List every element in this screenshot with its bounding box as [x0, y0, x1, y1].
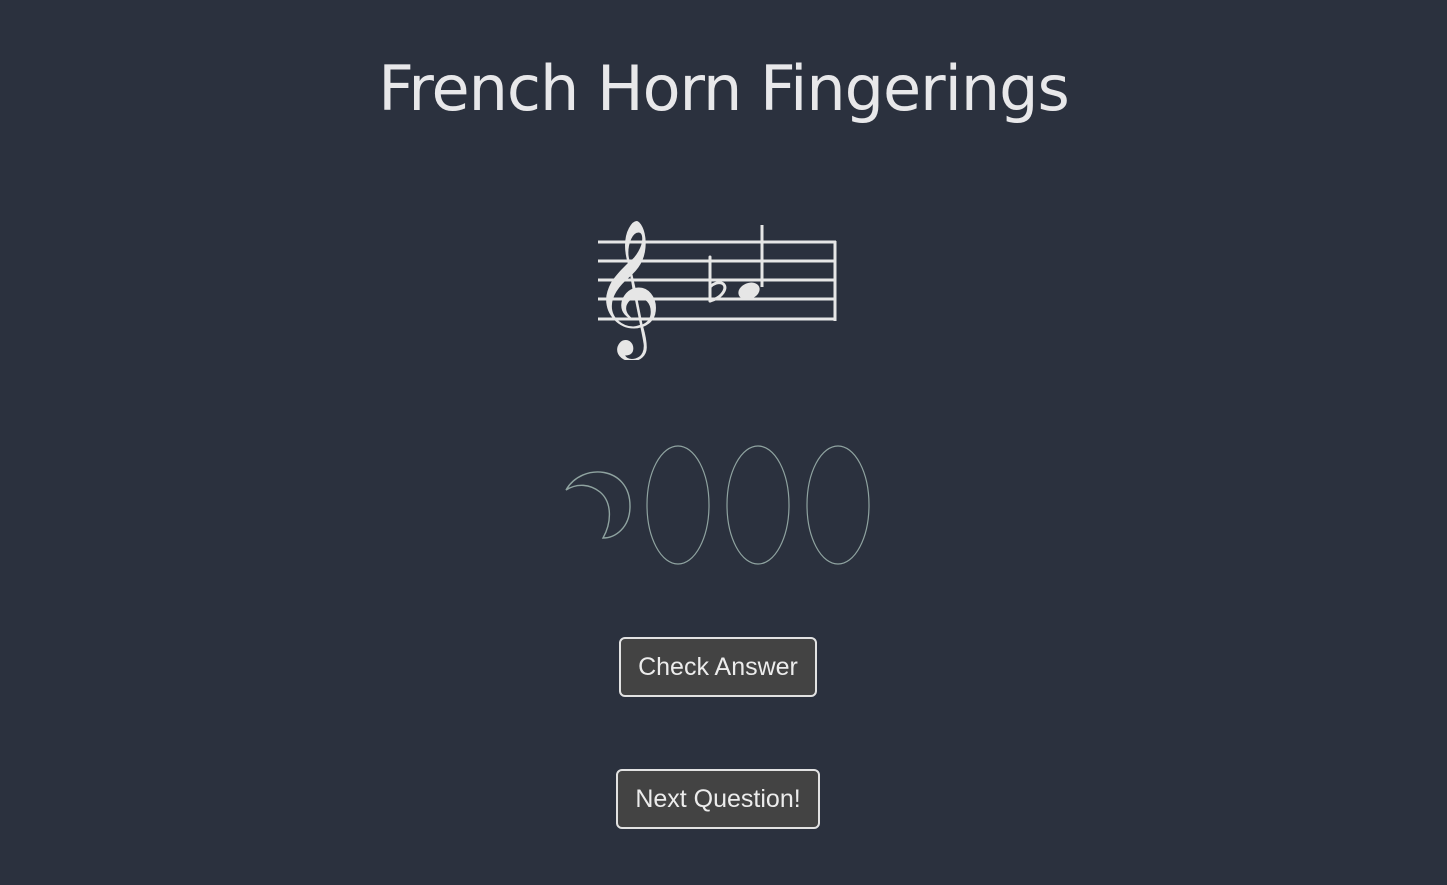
check-answer-button[interactable]: Check Answer	[619, 637, 817, 697]
quarter-note-icon	[738, 225, 764, 300]
next-question-button[interactable]: Next Question!	[616, 769, 820, 829]
page-title: French Horn Fingerings	[378, 52, 1070, 125]
valve-1-icon[interactable]	[646, 445, 710, 565]
treble-clef-icon: 𝄞	[592, 217, 662, 360]
valve-3-icon[interactable]	[806, 445, 870, 565]
valve-2-icon[interactable]	[726, 445, 790, 565]
music-staff: 𝄞	[590, 205, 850, 361]
thumb-valve-icon[interactable]	[565, 471, 631, 539]
valve-selector	[560, 440, 880, 570]
